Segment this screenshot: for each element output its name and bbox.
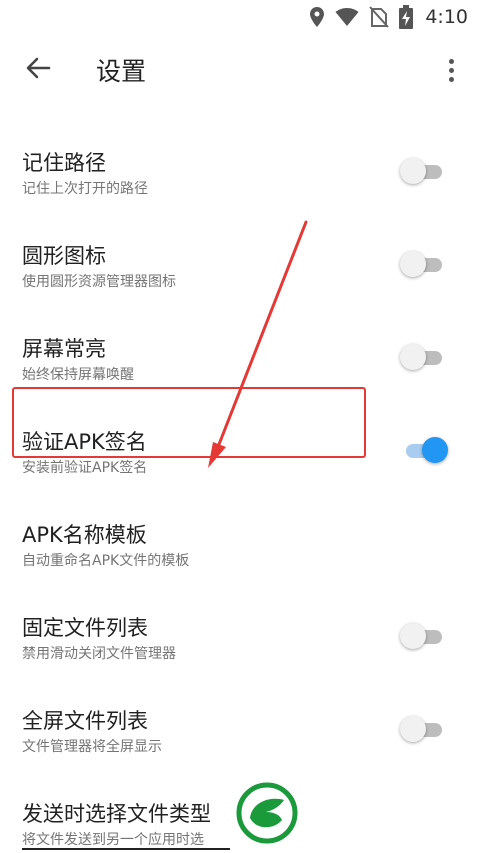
status-icons: 4:10 [309, 5, 468, 29]
no-sim-icon [369, 6, 390, 28]
battery-charging-icon [399, 5, 414, 29]
page-title: 设置 [96, 57, 147, 86]
status-bar: 4:10 [0, 0, 480, 34]
setting-summary: 文件管理器将全屏显示 [22, 739, 162, 755]
setting-remember-path[interactable]: 记住路径 记住上次打开的路径 [0, 125, 480, 218]
setting-title: 圆形图标 [22, 244, 106, 268]
remember-path-switch[interactable] [400, 158, 446, 184]
location-icon [310, 7, 325, 27]
setting-title: 全屏文件列表 [22, 709, 148, 733]
settings-list: 记住路径 记住上次打开的路径 圆形图标 使用圆形资源管理器图标 屏幕常亮 始终保… [0, 125, 480, 853]
arrow-back-icon [26, 57, 51, 79]
setting-summary: 自动重命名APK文件的模板 [22, 553, 190, 569]
more-options-button[interactable] [436, 48, 466, 92]
setting-title: APK名称模板 [22, 523, 147, 547]
more-vert-icon [448, 58, 454, 64]
setting-apk-name-template[interactable]: APK名称模板 自动重命名APK文件的模板 [0, 497, 480, 590]
setting-summary: 禁用滑动关闭文件管理器 [22, 646, 176, 662]
setting-keep-screen-on[interactable]: 屏幕常亮 始终保持屏幕唤醒 [0, 311, 480, 404]
back-button[interactable] [16, 46, 60, 90]
setting-summary: 将文件发送到另一个应用时选 [22, 832, 204, 848]
app-bar: 设置 [0, 34, 480, 106]
setting-round-icons[interactable]: 圆形图标 使用圆形资源管理器图标 [0, 218, 480, 311]
setting-title: 验证APK签名 [22, 430, 147, 454]
wifi-icon [335, 8, 359, 26]
setting-fullscreen-file-list[interactable]: 全屏文件列表 文件管理器将全屏显示 [0, 683, 480, 776]
verify-apk-signature-switch[interactable] [400, 437, 448, 463]
setting-title: 固定文件列表 [22, 616, 148, 640]
status-time: 4:10 [425, 6, 468, 28]
setting-title: 发送时选择文件类型 [22, 802, 211, 826]
fullscreen-file-list-switch[interactable] [400, 716, 446, 742]
setting-fixed-file-list[interactable]: 固定文件列表 禁用滑动关闭文件管理器 [0, 590, 480, 683]
fixed-file-list-switch[interactable] [400, 623, 446, 649]
keep-screen-on-switch[interactable] [400, 344, 446, 370]
setting-title: 记住路径 [22, 151, 106, 175]
setting-summary: 始终保持屏幕唤醒 [22, 367, 134, 383]
setting-summary: 安装前验证APK签名 [22, 460, 148, 476]
setting-summary: 使用圆形资源管理器图标 [22, 274, 176, 290]
watermark-logo-icon [236, 782, 298, 844]
setting-title: 屏幕常亮 [22, 337, 106, 361]
setting-verify-apk-signature[interactable]: 验证APK签名 安装前验证APK签名 [0, 404, 480, 497]
setting-summary: 记住上次打开的路径 [22, 181, 148, 197]
bottom-divider [22, 848, 230, 850]
round-icons-switch[interactable] [400, 251, 446, 277]
